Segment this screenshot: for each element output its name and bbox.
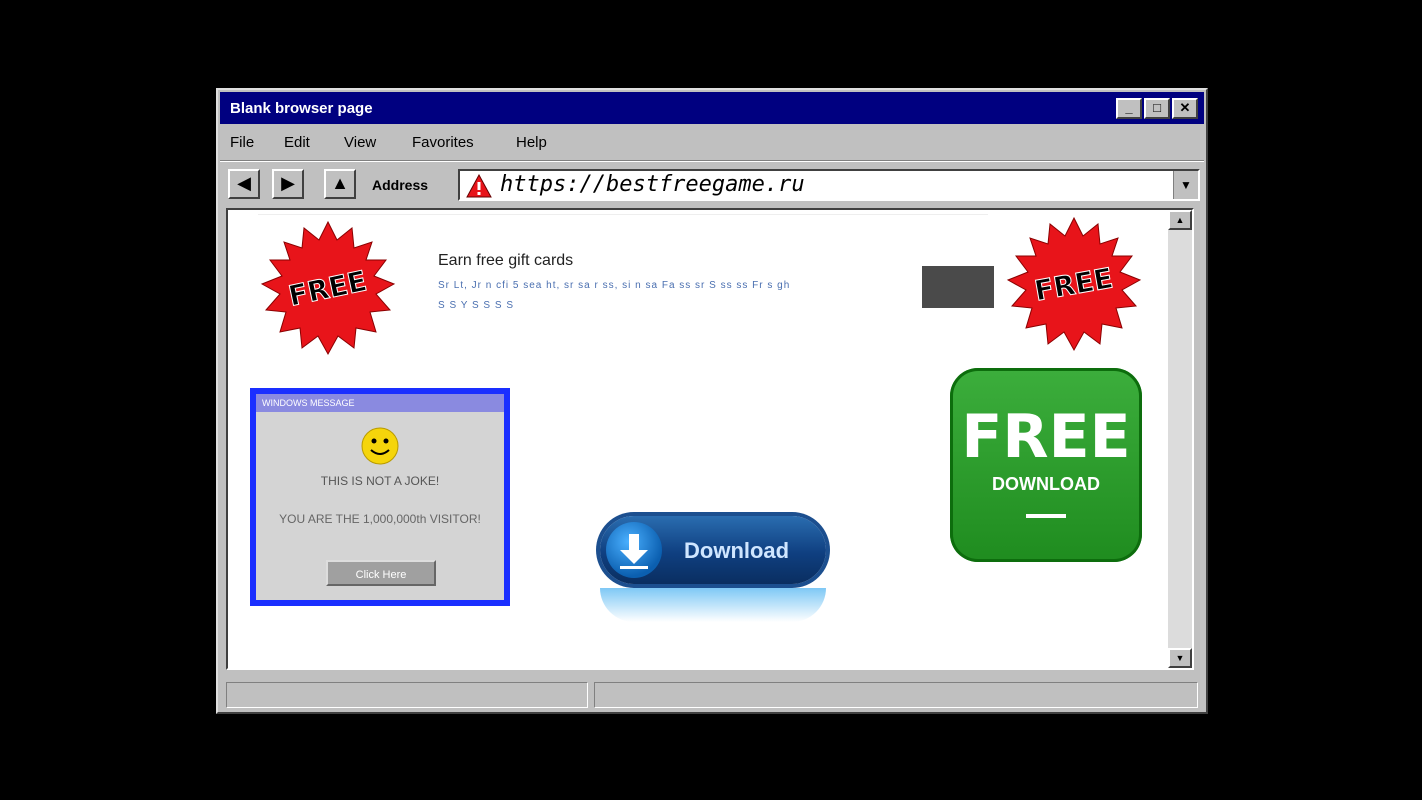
fake-popup-ad[interactable]: WINDOWS MESSAGE THIS IS NOT A JOKE! YOU …	[250, 388, 510, 606]
download-circle	[606, 522, 662, 578]
toolbar: ◀ ▶ ▲ Address https://bestfreegame.ru ▼	[220, 160, 1204, 205]
vertical-scrollbar[interactable]: ▲ ▼	[1168, 210, 1192, 668]
menu-help[interactable]: Help	[516, 134, 547, 151]
address-label: Address	[372, 177, 429, 193]
smiley-icon	[361, 427, 399, 465]
home-button[interactable]: ▲	[324, 169, 356, 199]
home-icon: ▲	[331, 173, 349, 193]
fake-popup-line2: YOU ARE THE 1,000,000th VISITOR!	[279, 512, 481, 526]
free-download-button[interactable]: FREE DOWNLOAD	[950, 368, 1142, 562]
address-bar[interactable]: https://bestfreegame.ru ▼	[458, 169, 1200, 201]
scroll-up-button[interactable]: ▲	[1168, 210, 1192, 230]
fake-popup-line1: THIS IS NOT A JOKE!	[320, 474, 440, 488]
fake-popup-title: WINDOWS MESSAGE	[256, 394, 504, 412]
back-arrow-icon: ◀	[237, 173, 251, 193]
status-bar	[226, 682, 1198, 708]
download-arrow-icon	[620, 534, 648, 569]
close-button[interactable]: ✕	[1172, 98, 1198, 119]
address-dropdown-button[interactable]: ▼	[1173, 171, 1198, 199]
free-download-subtitle: DOWNLOAD	[992, 474, 1100, 494]
menu-file[interactable]: File	[230, 134, 254, 151]
maximize-button[interactable]: □	[1144, 98, 1170, 119]
status-pane-right	[594, 682, 1198, 708]
forward-button[interactable]: ▶	[272, 169, 304, 199]
menu-bar: File Edit View Favorites Help	[220, 126, 1204, 156]
forward-arrow-icon: ▶	[281, 173, 295, 193]
menu-favorites[interactable]: Favorites	[412, 134, 474, 151]
menu-edit[interactable]: Edit	[284, 134, 310, 151]
window-title: Blank browser page	[230, 100, 373, 117]
warning-icon	[466, 174, 492, 198]
download-label: Download	[684, 538, 790, 563]
page-content: FREE Earn free gift cards Sr Lt, Jr n cf…	[226, 208, 1194, 670]
free-download-underline	[1026, 514, 1066, 518]
fake-popup-button[interactable]: Click Here	[326, 560, 436, 586]
chevron-down-icon: ▼	[1175, 653, 1185, 663]
url-text[interactable]: https://bestfreegame.ru	[500, 172, 805, 197]
ad-description: Sr Lt, Jr n cfi 5 sea ht, sr sa r ss, si…	[438, 280, 791, 291]
ad-divider	[258, 214, 988, 215]
minimize-button[interactable]: _	[1116, 98, 1142, 119]
title-bar[interactable]: Blank browser page _ □ ✕	[220, 92, 1204, 124]
browser-window: Blank browser page _ □ ✕ File Edit View …	[216, 88, 1208, 714]
download-button[interactable]: Download	[600, 516, 826, 584]
ad-title[interactable]: Earn free gift cards	[438, 252, 573, 270]
fake-popup-body: WINDOWS MESSAGE THIS IS NOT A JOKE! YOU …	[256, 394, 504, 600]
download-reflection	[600, 588, 826, 622]
menu-view[interactable]: View	[344, 134, 376, 151]
status-pane-left	[226, 682, 588, 708]
chevron-down-icon: ▼	[1180, 178, 1192, 192]
ad-button[interactable]	[922, 266, 994, 308]
ad-description-2: S S Y S S S S	[438, 300, 514, 311]
back-button[interactable]: ◀	[228, 169, 260, 199]
scroll-down-button[interactable]: ▼	[1168, 648, 1192, 668]
free-download-title: FREE	[961, 402, 1131, 472]
free-starburst-right[interactable]: FREE	[1004, 216, 1144, 356]
free-starburst-left[interactable]: FREE	[258, 220, 398, 360]
chevron-up-icon: ▲	[1175, 215, 1185, 225]
